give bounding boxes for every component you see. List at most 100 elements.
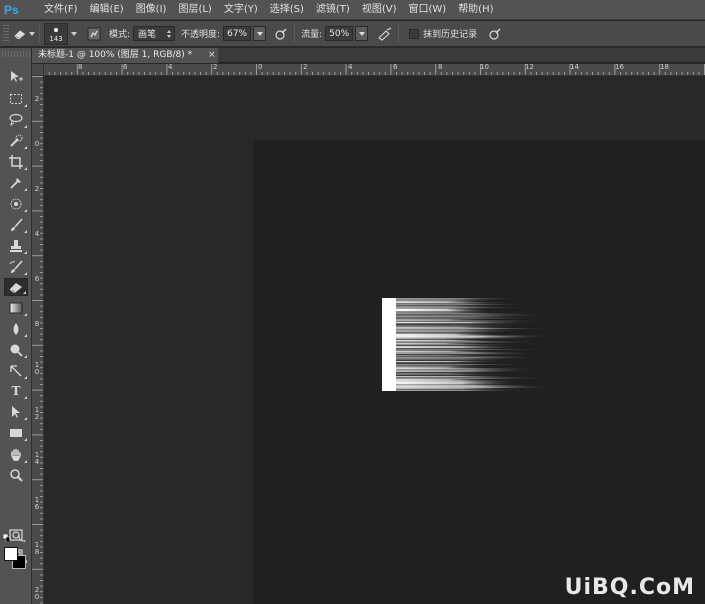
brush-panel-toggle[interactable] xyxy=(85,25,103,43)
menu-view[interactable]: 视图(V) xyxy=(356,0,403,20)
ruler-label: 2 xyxy=(303,64,308,71)
tool-group-indicator xyxy=(24,417,27,420)
brush-tool-icon xyxy=(11,218,23,231)
menu-layer[interactable]: 图层(L) xyxy=(172,0,217,20)
shape-tool[interactable] xyxy=(4,424,28,442)
eraser-tool[interactable] xyxy=(4,278,28,296)
speed-line xyxy=(392,344,518,346)
menu-image[interactable]: 图像(I) xyxy=(130,0,173,20)
pressure-icon xyxy=(275,28,287,40)
ruler-label: 2 xyxy=(213,64,218,71)
speed-line xyxy=(392,376,518,378)
menu-filter[interactable]: 滤镜(T) xyxy=(310,0,356,20)
ruler-label: 10 xyxy=(480,64,489,71)
brush-tool[interactable] xyxy=(4,216,28,234)
speed-line xyxy=(392,349,547,350)
tool-group-indicator xyxy=(23,291,26,294)
pen-tool[interactable] xyxy=(4,362,28,380)
airbrush-toggle[interactable] xyxy=(376,25,394,43)
foreground-color-swatch[interactable] xyxy=(4,547,18,561)
toolbar-grip[interactable] xyxy=(2,51,30,57)
quick-mask-button[interactable] xyxy=(4,526,28,544)
ruler-label: 2 xyxy=(34,185,40,193)
lasso-tool[interactable] xyxy=(4,111,28,129)
tool-group-indicator xyxy=(24,251,27,254)
speed-line xyxy=(392,383,517,385)
horizontal-ruler[interactable]: 8 6 4 2 0 2 4 6 8 10 12 14 16 18 xyxy=(32,64,705,76)
move-tool[interactable] xyxy=(4,68,28,86)
speed-line xyxy=(392,301,493,303)
pressure-size-toggle[interactable] xyxy=(486,25,504,43)
speed-line xyxy=(392,382,520,384)
stepper-icon xyxy=(165,30,172,38)
speed-line xyxy=(392,374,509,376)
brush-picker[interactable]: 143 xyxy=(44,22,68,45)
speed-line xyxy=(392,355,493,356)
blur-tool[interactable] xyxy=(4,320,28,338)
brush-panel-icon xyxy=(87,27,101,40)
speed-line xyxy=(392,304,534,305)
menu-window[interactable]: 窗口(W) xyxy=(402,0,452,20)
ruler-label: 10 xyxy=(34,361,40,376)
ruler-origin[interactable] xyxy=(32,64,44,76)
speed-line xyxy=(392,380,522,383)
brush-tip-icon xyxy=(54,27,58,32)
pressure-opacity-toggle[interactable] xyxy=(272,25,290,43)
type-tool[interactable]: T xyxy=(4,382,28,400)
eraser-icon xyxy=(14,30,26,39)
mode-select[interactable]: 画笔 xyxy=(133,26,176,41)
menu-help[interactable]: 帮助(H) xyxy=(452,0,499,20)
dodge-tool[interactable] xyxy=(4,341,28,359)
history-brush-tool[interactable] xyxy=(4,258,28,276)
speed-line xyxy=(392,313,535,314)
horizontal-ruler-ticks xyxy=(32,64,705,75)
speed-line xyxy=(392,368,539,370)
gradient-tool[interactable] xyxy=(4,299,28,317)
menu-edit[interactable]: 编辑(E) xyxy=(84,0,130,20)
chevron-down-icon xyxy=(256,31,263,36)
move-tool-icon xyxy=(11,71,23,82)
eyedropper-tool[interactable] xyxy=(4,174,28,192)
ruler-label: 0 xyxy=(34,140,40,148)
speed-line xyxy=(392,308,491,311)
crop-tool[interactable] xyxy=(4,153,28,171)
quick-select-tool[interactable] xyxy=(4,132,28,150)
opacity-field[interactable]: 67% xyxy=(223,26,252,41)
type-tool-icon: T xyxy=(11,384,21,398)
path-select-tool[interactable] xyxy=(4,403,28,421)
healing-brush-tool[interactable] xyxy=(4,195,28,213)
options-grip[interactable] xyxy=(3,24,9,43)
menu-select[interactable]: 选择(S) xyxy=(264,0,310,20)
speed-line xyxy=(392,328,547,329)
document-tab[interactable]: 未标题-1 @ 100% (图层 1, RGB/8) * xyxy=(32,48,218,63)
zoom-tool[interactable] xyxy=(4,466,28,484)
separator xyxy=(39,24,40,43)
erase-history-checkbox[interactable] xyxy=(409,28,420,39)
menu-file[interactable]: 文件(F) xyxy=(38,0,84,20)
vertical-ruler[interactable]: 2 0 2 4 6 8 10 12 14 16 18 20 xyxy=(32,76,44,604)
opacity-dropdown[interactable] xyxy=(253,26,267,41)
tool-preset-picker[interactable] xyxy=(13,25,35,43)
airbrush-icon xyxy=(378,27,392,41)
flow-field[interactable]: 50% xyxy=(325,26,354,41)
clone-stamp-tool-icon xyxy=(10,240,22,252)
chevron-down-icon[interactable] xyxy=(71,31,77,36)
speed-line xyxy=(392,365,495,367)
close-icon[interactable]: × xyxy=(208,48,216,63)
eraser-tool-icon xyxy=(9,283,22,293)
opacity-label: 不透明度: xyxy=(181,30,221,40)
flow-value: 50% xyxy=(329,28,350,39)
pressure-size-icon xyxy=(489,28,501,40)
menu-type[interactable]: 文字(Y) xyxy=(218,0,264,20)
ruler-label: 18 xyxy=(34,541,40,556)
workspace[interactable] xyxy=(45,77,705,604)
healing-brush-tool-icon xyxy=(10,198,22,210)
flow-dropdown[interactable] xyxy=(355,26,369,41)
eyedropper-tool-icon xyxy=(10,178,21,189)
speed-line xyxy=(392,331,519,333)
hand-tool[interactable] xyxy=(4,446,28,464)
speed-line xyxy=(392,358,522,359)
clone-stamp-tool[interactable] xyxy=(4,237,28,255)
marquee-tool[interactable] xyxy=(4,90,28,108)
speed-line xyxy=(392,317,542,319)
